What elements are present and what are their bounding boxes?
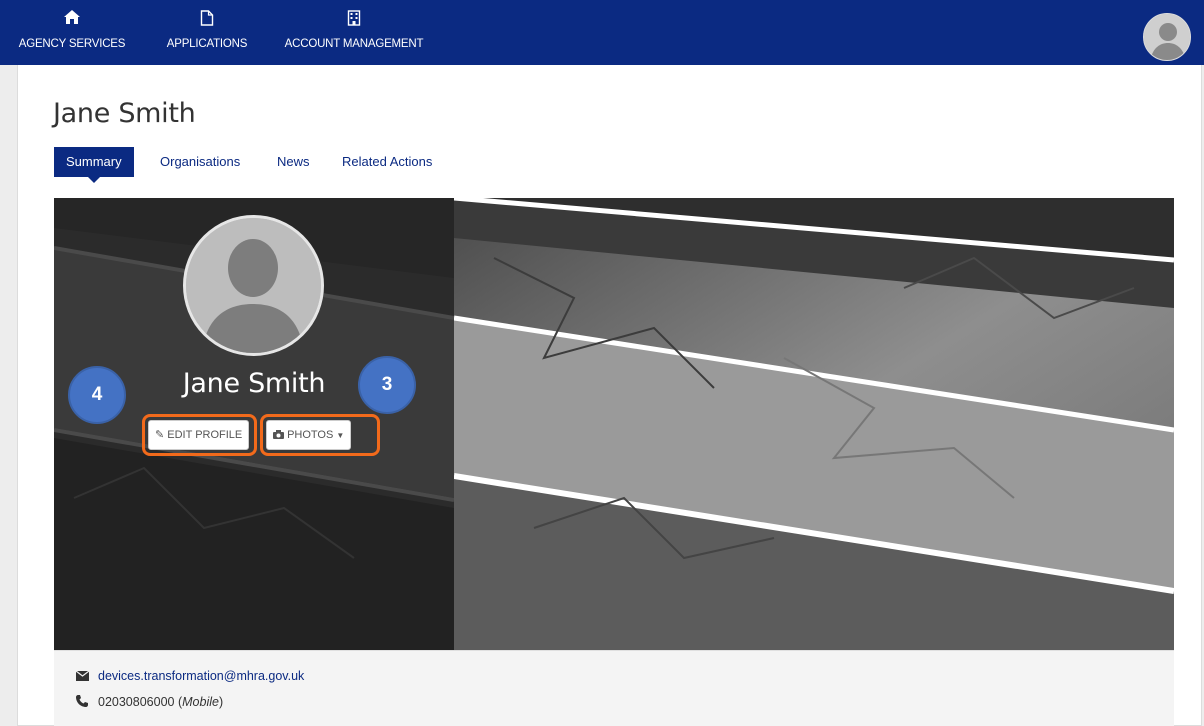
top-navigation-bar: AGENCY SERVICES APPLICATIONS ACCOUNT MAN…	[0, 0, 1204, 65]
tab-related-actions[interactable]: Related Actions	[342, 147, 432, 177]
building-icon	[347, 10, 361, 31]
phone-number: 02030806000	[98, 695, 175, 709]
nav-label: ACCOUNT MANAGEMENT	[284, 38, 424, 50]
phone-icon	[76, 695, 90, 710]
phone-type: Mobile	[182, 695, 219, 709]
step-badge-4: 4	[68, 366, 126, 424]
email-row: devices.transformation@mhra.gov.uk	[75, 669, 304, 684]
page-title: Jane Smith	[53, 98, 196, 129]
profile-picture[interactable]	[183, 215, 324, 356]
profile-panel: Jane Smith ✎ EDIT PROFILE PHOTOS ▼ 4 3	[54, 198, 454, 650]
tab-summary[interactable]: Summary	[54, 147, 134, 183]
user-avatar-icon[interactable]	[1143, 13, 1191, 61]
tab-organisations[interactable]: Organisations	[160, 147, 240, 177]
email-link[interactable]: devices.transformation@mhra.gov.uk	[98, 669, 304, 683]
document-icon	[200, 10, 214, 31]
tab-news[interactable]: News	[277, 147, 310, 177]
highlight-edit-profile	[142, 414, 257, 456]
envelope-icon	[75, 670, 90, 684]
cover-photo	[454, 198, 1174, 650]
profile-hero-banner: Jane Smith ✎ EDIT PROFILE PHOTOS ▼ 4 3	[54, 198, 1174, 650]
nav-account-management[interactable]: ACCOUNT MANAGEMENT	[275, 0, 433, 65]
phone-row: 02030806000 (Mobile)	[76, 695, 223, 710]
profile-card: Jane Smith Summary Organisations News Re…	[17, 65, 1202, 726]
nav-label: APPLICATIONS	[166, 38, 248, 50]
step-badge-3: 3	[358, 356, 416, 414]
highlight-photos	[260, 414, 380, 456]
nav-applications[interactable]: APPLICATIONS	[160, 0, 254, 65]
contact-details: devices.transformation@mhra.gov.uk 02030…	[54, 650, 1174, 726]
home-icon	[64, 10, 80, 29]
nav-label: AGENCY SERVICES	[18, 38, 126, 50]
nav-agency-services[interactable]: AGENCY SERVICES	[4, 0, 140, 65]
